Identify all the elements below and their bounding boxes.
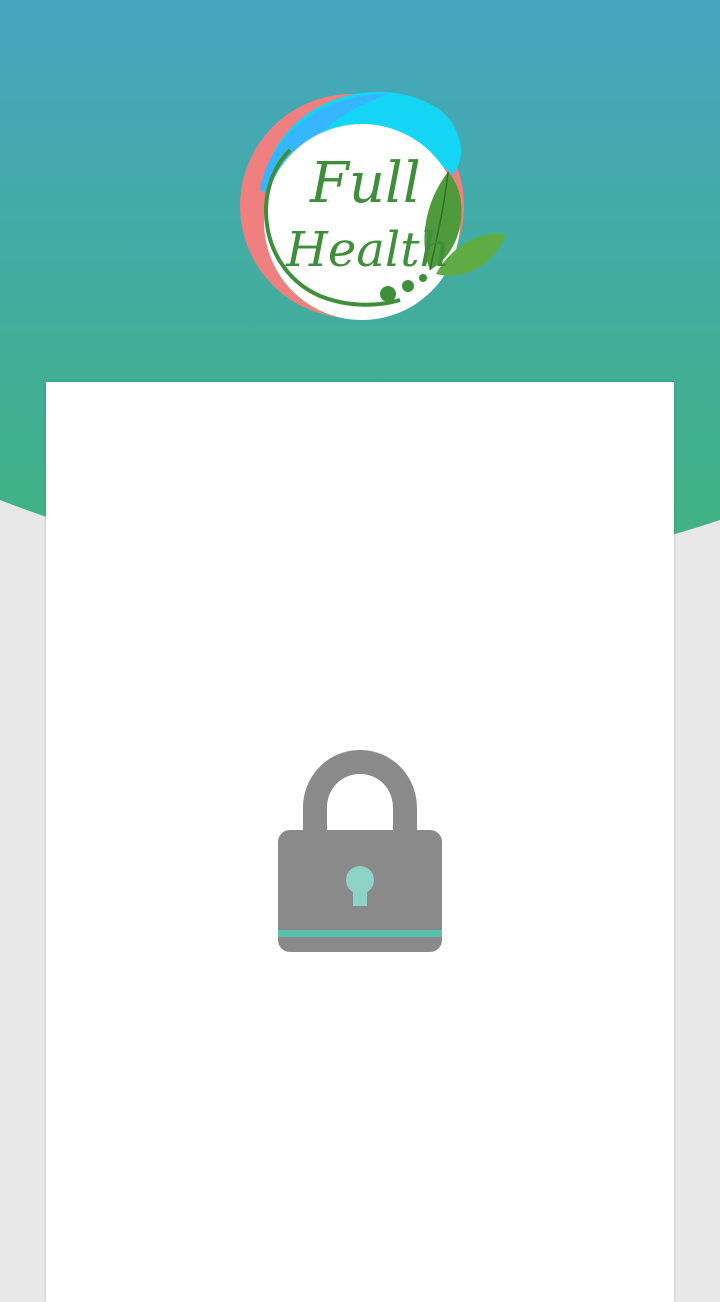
full-health-logo: Full Health [230,80,520,320]
lock-icon [278,748,442,952]
logo-text-line1: Full [309,151,421,216]
lock-card [46,382,674,1302]
logo-text-line2: Health [285,222,450,278]
